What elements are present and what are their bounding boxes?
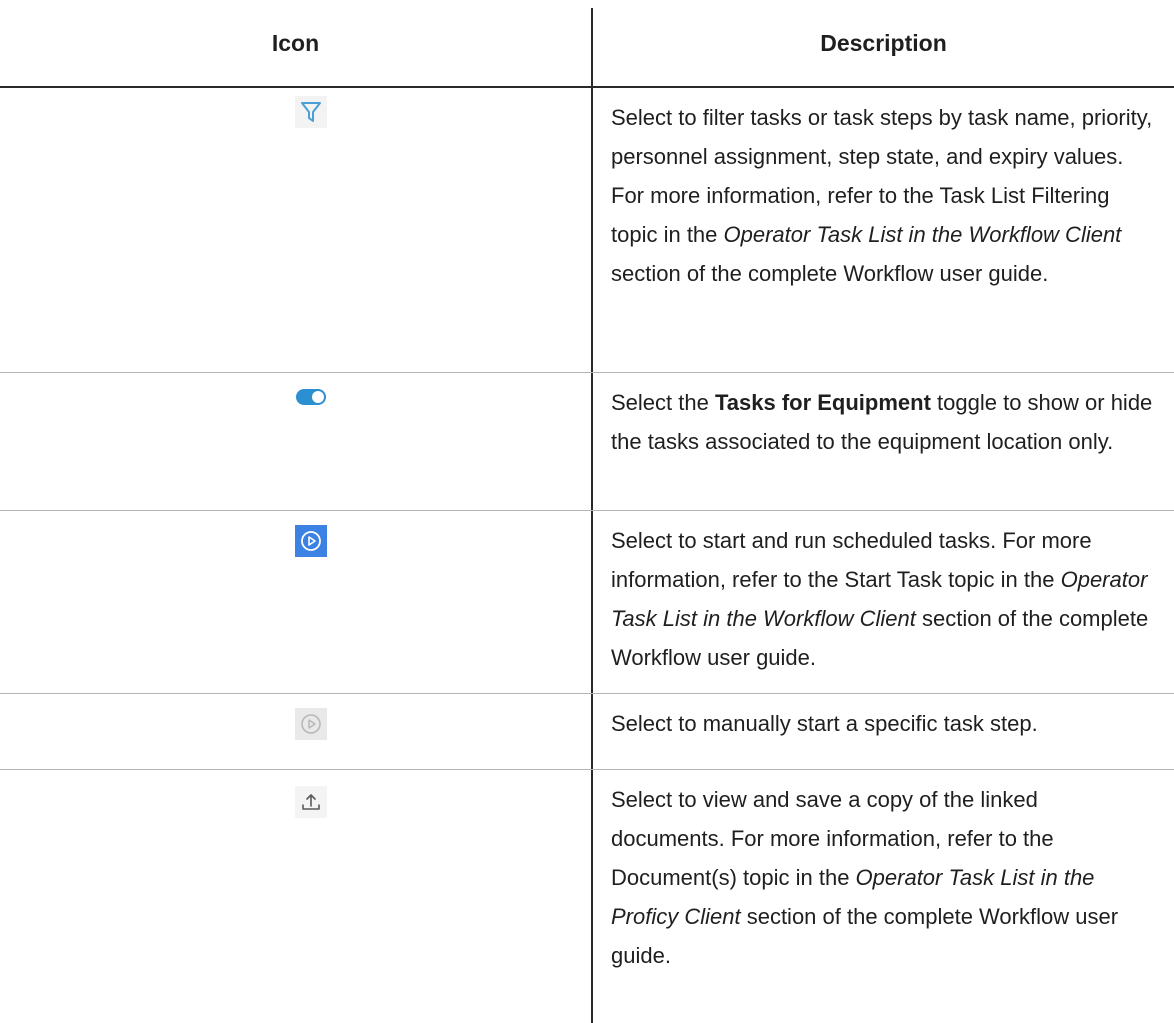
- icon-cell: [0, 770, 591, 1023]
- table-header-row: Icon Description: [0, 0, 1174, 88]
- upload-icon: [295, 786, 327, 818]
- ui-label-reference: Tasks for Equipment: [714, 390, 931, 415]
- table-row: Select to filter tasks or task steps by …: [0, 88, 1174, 373]
- toggle-icon: [295, 381, 327, 413]
- icon-column-header: Icon: [271, 30, 320, 56]
- description-text: section of the com­plete Workflow user g…: [611, 261, 1049, 286]
- description-text: Select to manually start a specific task…: [611, 711, 1038, 736]
- description-text: Select the: [611, 390, 715, 415]
- row-description: Select to view and save a copy of the li…: [611, 780, 1156, 975]
- icon-cell: [0, 511, 591, 693]
- table-row: Select to manually start a specific task…: [0, 694, 1174, 770]
- row-description: Select to start and run scheduled tasks.…: [611, 521, 1156, 677]
- icon-cell: [0, 373, 591, 510]
- filter-icon: [295, 96, 327, 128]
- icon-cell: [0, 694, 591, 769]
- table-row: Select to view and save a copy of the li…: [0, 770, 1174, 1023]
- table-row: Select the Tasks for Equipment toggle to…: [0, 373, 1174, 511]
- icon-cell: [0, 88, 591, 372]
- row-description: Select to filter tasks or task steps by …: [611, 98, 1156, 293]
- icon-description-table: Icon Description Select to filter tasks …: [0, 0, 1174, 1023]
- section-reference: Operator Task List in the Workflow Clien…: [723, 222, 1122, 247]
- start-step-icon: [295, 708, 327, 740]
- row-description: Select to manually start a specific task…: [611, 704, 1156, 743]
- table-row: Select to start and run scheduled tasks.…: [0, 511, 1174, 694]
- description-column-header: Description: [820, 30, 947, 56]
- start-task-icon: [295, 525, 327, 557]
- row-description: Select the Tasks for Equipment toggle to…: [611, 383, 1156, 461]
- description-text: Select to start and run scheduled tasks.…: [611, 528, 1092, 592]
